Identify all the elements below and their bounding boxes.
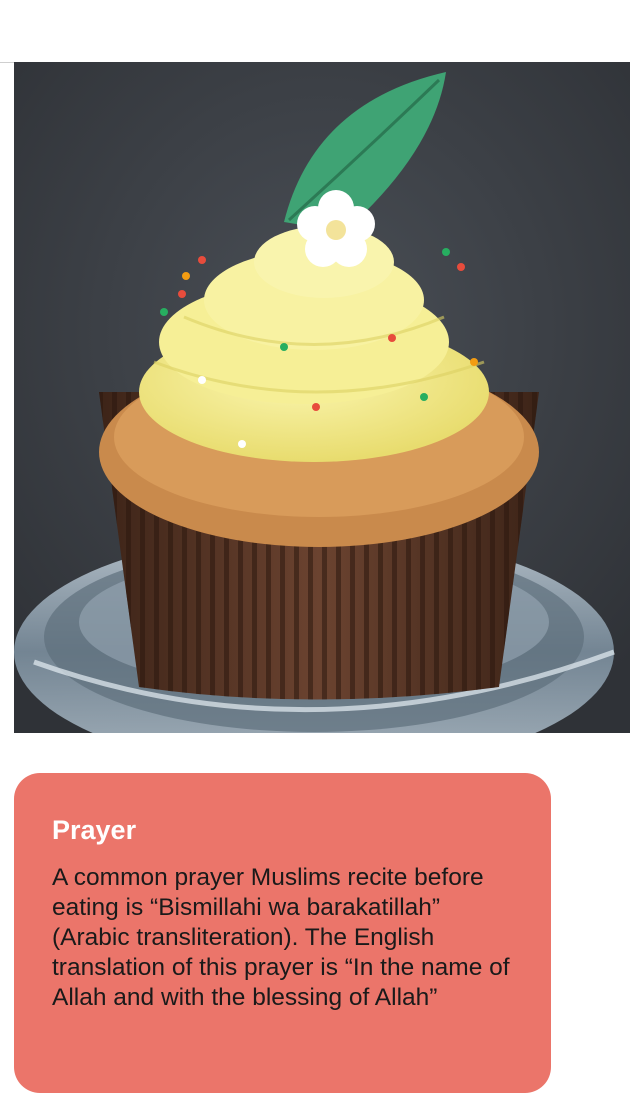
prayer-callout: Prayer A common prayer Muslims recite be… <box>14 773 551 1093</box>
page: Prayer A common prayer Muslims recite be… <box>0 0 630 1120</box>
divider <box>0 62 14 63</box>
cupcake-photo <box>14 62 630 733</box>
prayer-body: A common prayer Muslims recite before ea… <box>52 864 510 1011</box>
prayer-title: Prayer <box>52 815 137 845</box>
